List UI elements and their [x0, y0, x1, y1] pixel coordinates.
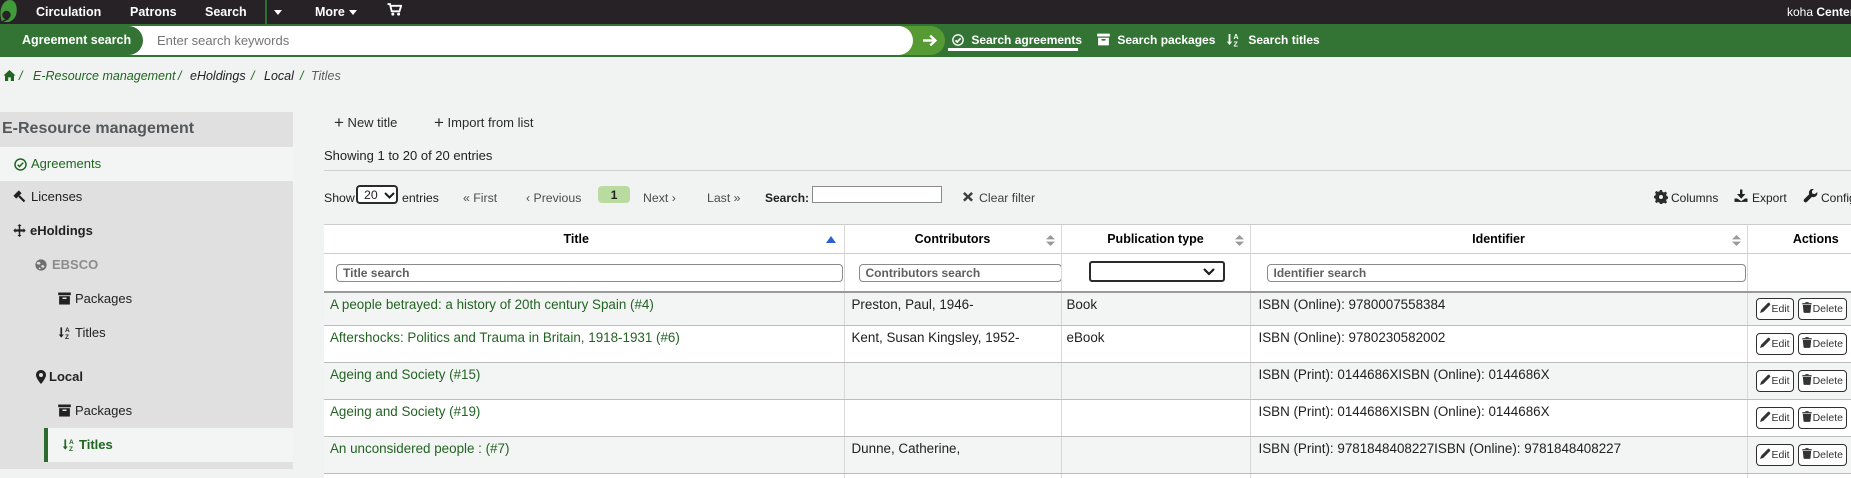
svg-text:A: A — [1234, 34, 1239, 41]
svg-text:A: A — [69, 439, 74, 446]
svg-text:Z: Z — [1234, 42, 1239, 48]
svg-text:A: A — [65, 327, 70, 334]
svg-text:Z: Z — [65, 334, 69, 340]
svg-text:Z: Z — [69, 446, 73, 452]
